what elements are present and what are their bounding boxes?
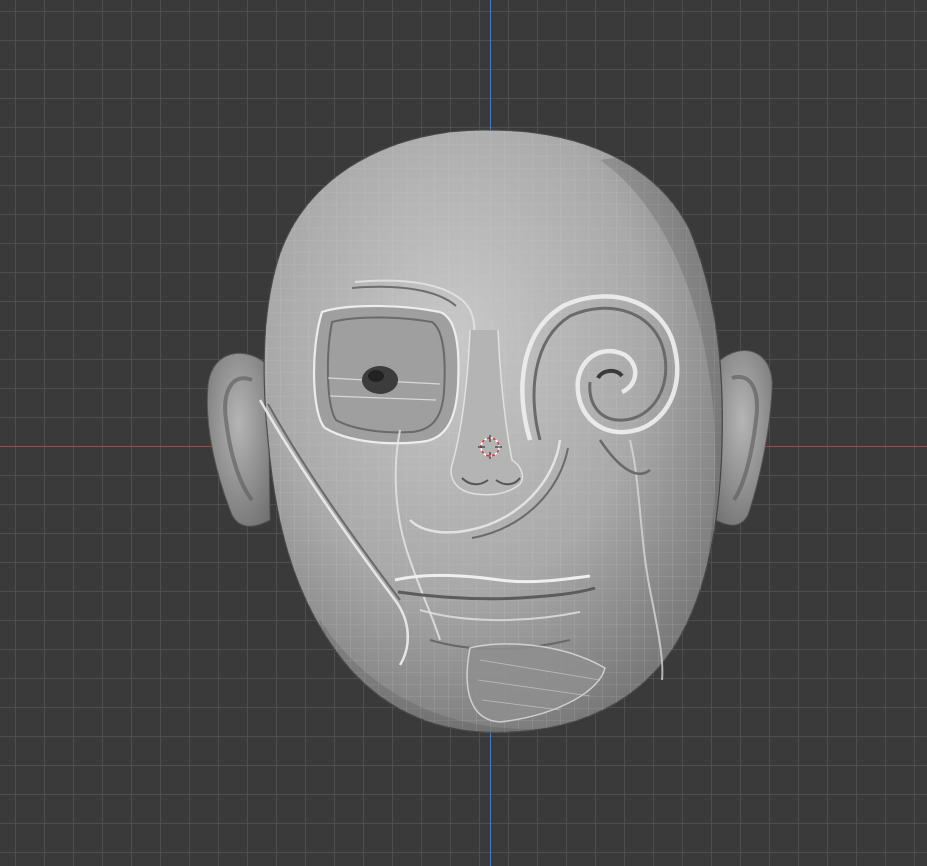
sculpted-head-mesh[interactable] bbox=[0, 0, 927, 866]
left-eye-sculpt bbox=[312, 304, 460, 445]
3d-viewport[interactable] bbox=[0, 0, 927, 866]
3d-cursor-icon[interactable] bbox=[478, 435, 502, 459]
